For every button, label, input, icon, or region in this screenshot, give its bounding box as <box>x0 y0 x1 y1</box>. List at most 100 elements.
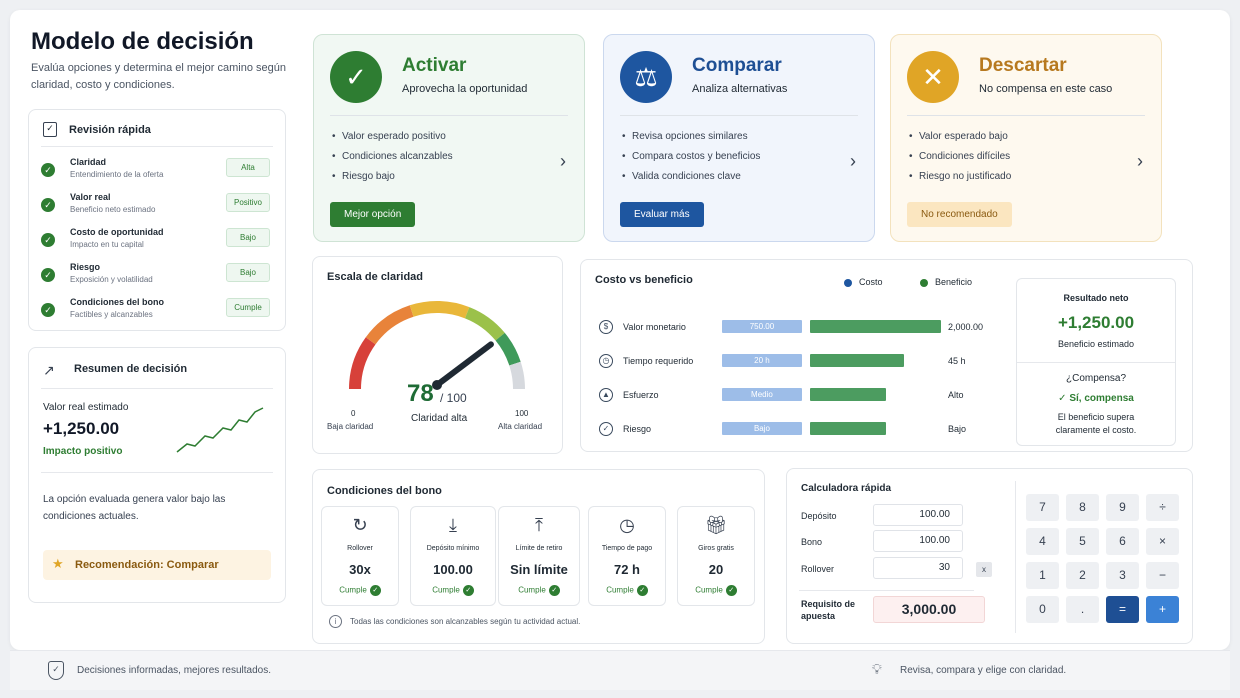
quick-review-item-title: Claridad <box>70 157 107 167</box>
key-0[interactable]: 0 <box>1026 596 1059 623</box>
recommendation-text: Recomendación: Comparar <box>75 559 219 571</box>
rollover-input[interactable]: 30 <box>873 557 963 579</box>
option-bullet: Valor esperado positivo <box>332 131 446 142</box>
benefit-bar <box>810 422 886 435</box>
quick-review-item-subtitle: Impacto en tu capital <box>70 240 144 249</box>
key-decimal[interactable]: . <box>1066 596 1099 623</box>
net-result-card: Resultado neto +1,250.00 Beneficio estim… <box>1016 278 1176 446</box>
key-multiply[interactable]: × <box>1146 528 1179 555</box>
status-badge: Bajo <box>226 228 270 247</box>
legend-benefit-label: Beneficio <box>935 277 973 287</box>
key-5[interactable]: 5 <box>1066 528 1099 555</box>
not-recommended-button[interactable]: No recomendado <box>907 202 1012 227</box>
clear-rollover-button[interactable]: x <box>976 562 992 577</box>
check-icon: ✓ <box>330 51 382 103</box>
option-card-2[interactable]: ⚖ Comparar Analiza alternativas Revisa opci… <box>603 34 875 242</box>
net-answer: ✓ Sí, compensa <box>1017 393 1175 404</box>
page: Modelo de decisión Evalúa opciones y det… <box>10 10 1230 650</box>
star-icon: ★ <box>52 556 64 571</box>
net-text-line2: claramente el costo. <box>1055 425 1137 435</box>
condition-status-text: Cumple <box>518 585 546 595</box>
chevron-right-icon[interactable]: › <box>560 151 566 172</box>
condition-label: Límite de retiro <box>515 545 563 552</box>
cost-bar: 750.00 <box>722 320 802 333</box>
cost-benefit-row-label: Valor monetario <box>623 322 686 332</box>
key-4[interactable]: 4 <box>1026 528 1059 555</box>
recommendation-banner: ★ Recomendación: Comparar <box>43 550 271 580</box>
key-9[interactable]: 9 <box>1106 494 1139 521</box>
benefit-bar <box>810 320 941 333</box>
wager-requirement-value: 3,000.00 <box>873 596 985 623</box>
gauge-segment <box>464 307 505 341</box>
option-bullet: Riesgo bajo <box>332 171 395 182</box>
clipboard-check-icon: ✓ <box>43 122 57 137</box>
legend-cost-label: Costo <box>859 277 883 287</box>
key-minus[interactable]: − <box>1146 562 1179 589</box>
key-1[interactable]: 1 <box>1026 562 1059 589</box>
lightbulb-icon: 💡︎ <box>872 661 882 677</box>
quick-review-item-title: Riesgo <box>70 262 101 272</box>
key-3[interactable]: 3 <box>1106 562 1139 589</box>
net-result-value: +1,250.00 <box>1057 313 1135 332</box>
quick-review-item-title: Valor real <box>70 192 111 202</box>
key-8[interactable]: 8 <box>1066 494 1099 521</box>
key-7[interactable]: 7 <box>1026 494 1059 521</box>
net-text-line1: El beneficio supera <box>1057 412 1135 422</box>
option-title: Comparar <box>692 55 782 76</box>
check-circle-icon: ✓ <box>41 233 55 247</box>
clarity-max: / 100 <box>440 391 467 405</box>
key-equals[interactable]: = <box>1106 596 1139 623</box>
quick-review-item-subtitle: Beneficio neto estimado <box>70 205 156 214</box>
summary-title: Resumen de decisión <box>74 363 188 375</box>
gauge-segment <box>365 305 414 345</box>
calculator-title: Calculadora rápida <box>801 483 892 494</box>
benefit-value: 45 h <box>948 356 966 366</box>
condition-value: 30x <box>349 562 371 577</box>
check-circle-icon: ✓ <box>462 585 474 596</box>
condition-value: 72 h <box>613 562 640 577</box>
conditions-title: Condiciones del bono <box>327 485 442 497</box>
status-badge: Alta <box>226 158 270 177</box>
key-2[interactable]: 2 <box>1066 562 1099 589</box>
condition-status-text: Cumple <box>432 585 460 595</box>
check-circle-icon: ✓ <box>548 585 560 596</box>
clock-icon: ◷ <box>599 354 613 368</box>
option-bullet: Revisa opciones similares <box>622 131 748 142</box>
condition-status: Cumple ✓ <box>322 585 398 596</box>
cost-bar: Medio <box>722 388 802 401</box>
key-divide[interactable]: ÷ <box>1146 494 1179 521</box>
divider <box>330 115 568 116</box>
evaluate-more-button[interactable]: Evaluar más <box>620 202 704 227</box>
key-6[interactable]: 6 <box>1106 528 1139 555</box>
condition-label: Tiempo de pago <box>601 545 653 552</box>
condition-status: Cumple ✓ <box>589 585 665 596</box>
best-option-button[interactable]: Mejor opción <box>330 202 416 227</box>
clock-icon: ◷ <box>619 515 635 535</box>
quick-review-item-subtitle: Entendimiento de la oferta <box>70 170 164 179</box>
condition-card: ⤓ Depósito mínimo 100.00 Cumple ✓ <box>410 506 496 606</box>
condition-label: Giros gratis <box>698 545 734 552</box>
benefit-value: Alto <box>948 390 964 400</box>
chevron-right-icon[interactable]: › <box>1137 151 1143 172</box>
check-circle-icon: ✓ <box>41 163 55 177</box>
option-bullet: Riesgo no justificado <box>909 171 1011 182</box>
chevron-right-icon[interactable]: › <box>850 151 856 172</box>
option-card-1[interactable]: ✓ Activar Aprovecha la oportunidad Valor es… <box>313 34 585 242</box>
clarity-gauge <box>349 301 525 390</box>
check-circle-icon: ✓ <box>636 585 648 596</box>
gift-icon: 🎁︎ <box>704 515 728 535</box>
bonus-input[interactable]: 100.00 <box>873 530 963 552</box>
option-card-3[interactable]: ✕ Descartar No compensa en este caso Valor … <box>890 34 1162 242</box>
upload-icon: ⤒ <box>535 515 543 535</box>
condition-status-text: Cumple <box>339 585 367 595</box>
check-circle-icon: ✓ <box>41 268 55 282</box>
condition-status-text: Cumple <box>606 585 634 595</box>
divider <box>1015 481 1016 633</box>
condition-value: 20 <box>708 562 724 577</box>
summary-impact: Impacto positivo <box>43 446 123 457</box>
quick-review-item-title: Condiciones del bono <box>70 297 164 307</box>
deposit-input[interactable]: 100.00 <box>873 504 963 526</box>
condition-status-text: Cumple <box>695 585 723 595</box>
clarity-scale-panel: Escala de claridad 78 / 100 Claridad alt… <box>312 256 563 454</box>
key-plus[interactable]: + <box>1146 596 1179 623</box>
